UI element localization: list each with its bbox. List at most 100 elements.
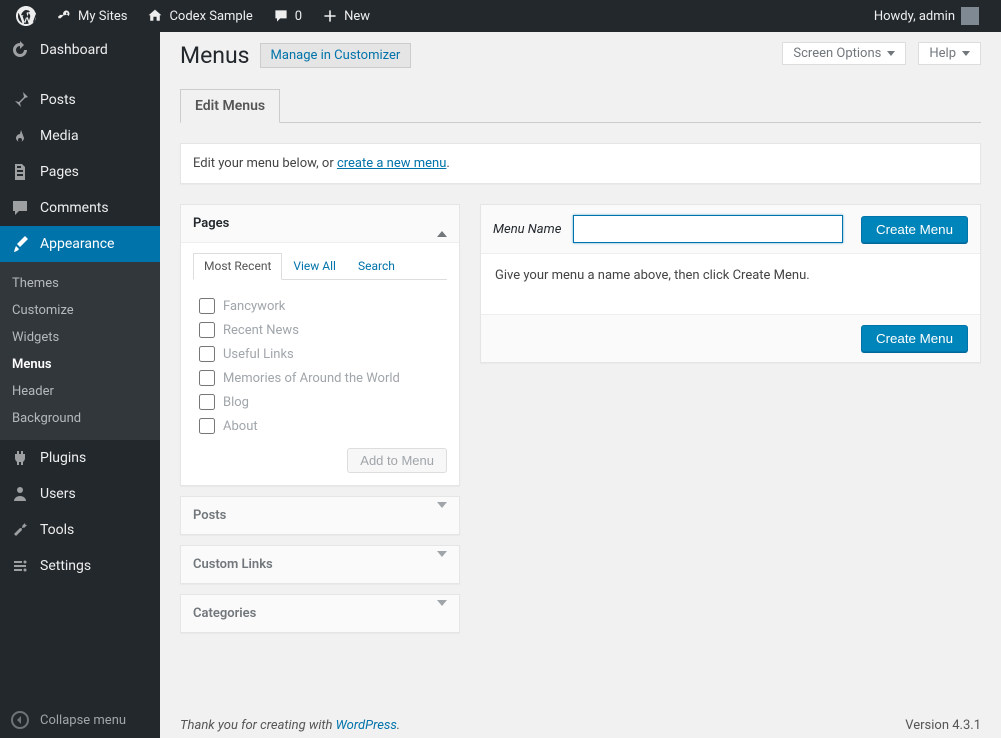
submenu-themes[interactable]: Themes: [0, 270, 160, 297]
page-title: Menus: [180, 42, 250, 69]
tab-most-recent[interactable]: Most Recent: [193, 253, 282, 280]
sidebar-item-appearance[interactable]: Appearance: [0, 226, 160, 262]
chevron-down-icon: [437, 508, 447, 523]
custom-links-title: Custom Links: [193, 557, 273, 572]
page-checkbox[interactable]: [199, 370, 215, 386]
site-name-link[interactable]: Codex Sample: [139, 0, 260, 32]
page-checkbox[interactable]: [199, 322, 215, 338]
sidebar-label: Comments: [40, 200, 109, 216]
sidebar-item-settings[interactable]: Settings: [0, 548, 160, 584]
comment-count: 0: [295, 9, 302, 24]
help-button[interactable]: Help: [918, 42, 981, 65]
create-menu-button-bottom[interactable]: Create Menu: [861, 325, 968, 352]
account-link[interactable]: Howdy, admin: [866, 0, 987, 32]
page-checkbox[interactable]: [199, 298, 215, 314]
create-menu-button-top[interactable]: Create Menu: [861, 216, 968, 243]
help-label: Help: [929, 46, 956, 61]
chevron-down-icon: [962, 51, 970, 56]
sidebar-item-comments[interactable]: Comments: [0, 190, 160, 226]
chevron-up-icon: [437, 216, 447, 231]
instruction-box: Edit your menu below, or create a new me…: [180, 143, 981, 184]
sidebar-item-users[interactable]: Users: [0, 476, 160, 512]
pages-panel-title: Pages: [193, 216, 229, 231]
footer: Thank you for creating with WordPress. V…: [160, 703, 1001, 738]
categories-panel-header[interactable]: Categories: [181, 595, 459, 632]
list-item: About: [199, 414, 447, 438]
sidebar-item-pages[interactable]: Pages: [0, 154, 160, 190]
tab-view-all[interactable]: View All: [282, 253, 347, 279]
sidebar-item-plugins[interactable]: Plugins: [0, 440, 160, 476]
instruction-suffix: .: [446, 156, 449, 171]
submenu-header[interactable]: Header: [0, 378, 160, 405]
pages-list: Fancywork Recent News Useful Links Memor…: [193, 290, 447, 448]
screen-options-button[interactable]: Screen Options: [782, 42, 906, 65]
pages-panel-header[interactable]: Pages: [181, 205, 459, 243]
pages-panel: Pages Most Recent View All Search Fancyw…: [180, 204, 460, 486]
add-to-menu-button[interactable]: Add to Menu: [347, 448, 447, 473]
custom-links-panel-header[interactable]: Custom Links: [181, 546, 459, 583]
chevron-down-icon: [887, 51, 895, 56]
my-sites-link[interactable]: My Sites: [48, 0, 135, 32]
posts-title: Posts: [193, 508, 226, 523]
dashboard-icon: [10, 40, 30, 60]
sidebar-label: Posts: [40, 92, 76, 108]
collapse-menu[interactable]: Collapse menu: [0, 702, 160, 738]
chevron-down-icon: [437, 557, 447, 572]
sidebar-label: Plugins: [40, 450, 86, 466]
tab-edit-menus[interactable]: Edit Menus: [180, 89, 280, 123]
footer-text: Thank you for creating with: [180, 718, 336, 733]
collapse-icon: [10, 710, 30, 730]
sidebar-item-dashboard[interactable]: Dashboard: [0, 32, 160, 68]
sidebar-label: Dashboard: [40, 42, 108, 58]
page-label: Blog: [223, 395, 249, 410]
submenu-widgets[interactable]: Widgets: [0, 324, 160, 351]
comments-link[interactable]: 0: [265, 0, 310, 32]
plus-icon: [322, 8, 338, 24]
sidebar-label: Media: [40, 128, 79, 144]
tools-icon: [10, 520, 30, 540]
page-checkbox[interactable]: [199, 418, 215, 434]
submenu-customize[interactable]: Customize: [0, 297, 160, 324]
sidebar-item-media[interactable]: Media: [0, 118, 160, 154]
users-icon: [10, 484, 30, 504]
new-content-link[interactable]: New: [314, 0, 378, 32]
sidebar-item-tools[interactable]: Tools: [0, 512, 160, 548]
posts-panel-header[interactable]: Posts: [181, 497, 459, 534]
create-new-menu-link[interactable]: create a new menu: [337, 156, 446, 171]
menu-name-label: Menu Name: [493, 222, 561, 237]
comment-icon: [273, 8, 289, 24]
page-checkbox[interactable]: [199, 394, 215, 410]
pin-icon: [10, 90, 30, 110]
chevron-down-icon: [437, 606, 447, 621]
sidebar-label: Pages: [40, 164, 79, 180]
admin-sidebar: Dashboard Posts Media Pages Comments App…: [0, 32, 160, 738]
page-checkbox[interactable]: [199, 346, 215, 362]
comments-icon: [10, 198, 30, 218]
key-icon: [56, 8, 72, 24]
manage-customizer-link[interactable]: Manage in Customizer: [260, 43, 412, 68]
submenu-menus[interactable]: Menus: [0, 351, 160, 378]
page-icon: [10, 162, 30, 182]
tab-search[interactable]: Search: [347, 253, 406, 279]
submenu-background[interactable]: Background: [0, 405, 160, 432]
list-item: Recent News: [199, 318, 447, 342]
wordpress-link[interactable]: WordPress: [336, 718, 397, 733]
sidebar-label: Settings: [40, 558, 91, 574]
page-label: Fancywork: [223, 299, 285, 314]
sidebar-label: Tools: [40, 522, 74, 538]
wp-logo[interactable]: [8, 0, 44, 32]
instruction-text: Edit your menu below, or: [193, 156, 337, 171]
custom-links-panel: Custom Links: [180, 545, 460, 584]
posts-panel: Posts: [180, 496, 460, 535]
avatar-icon: [961, 7, 979, 25]
menu-body: Give your menu a name above, then click …: [481, 254, 980, 314]
sidebar-item-posts[interactable]: Posts: [0, 82, 160, 118]
footer-suffix: .: [397, 718, 400, 733]
sidebar-label: Users: [40, 486, 76, 502]
howdy-text: Howdy, admin: [874, 9, 955, 24]
main-content: Screen Options Help Menus Manage in Cust…: [160, 32, 1001, 738]
menu-body-text: Give your menu a name above, then click …: [495, 268, 810, 283]
brush-icon: [10, 234, 30, 254]
version-text: Version 4.3.1: [905, 718, 981, 733]
menu-name-input[interactable]: [573, 215, 843, 243]
